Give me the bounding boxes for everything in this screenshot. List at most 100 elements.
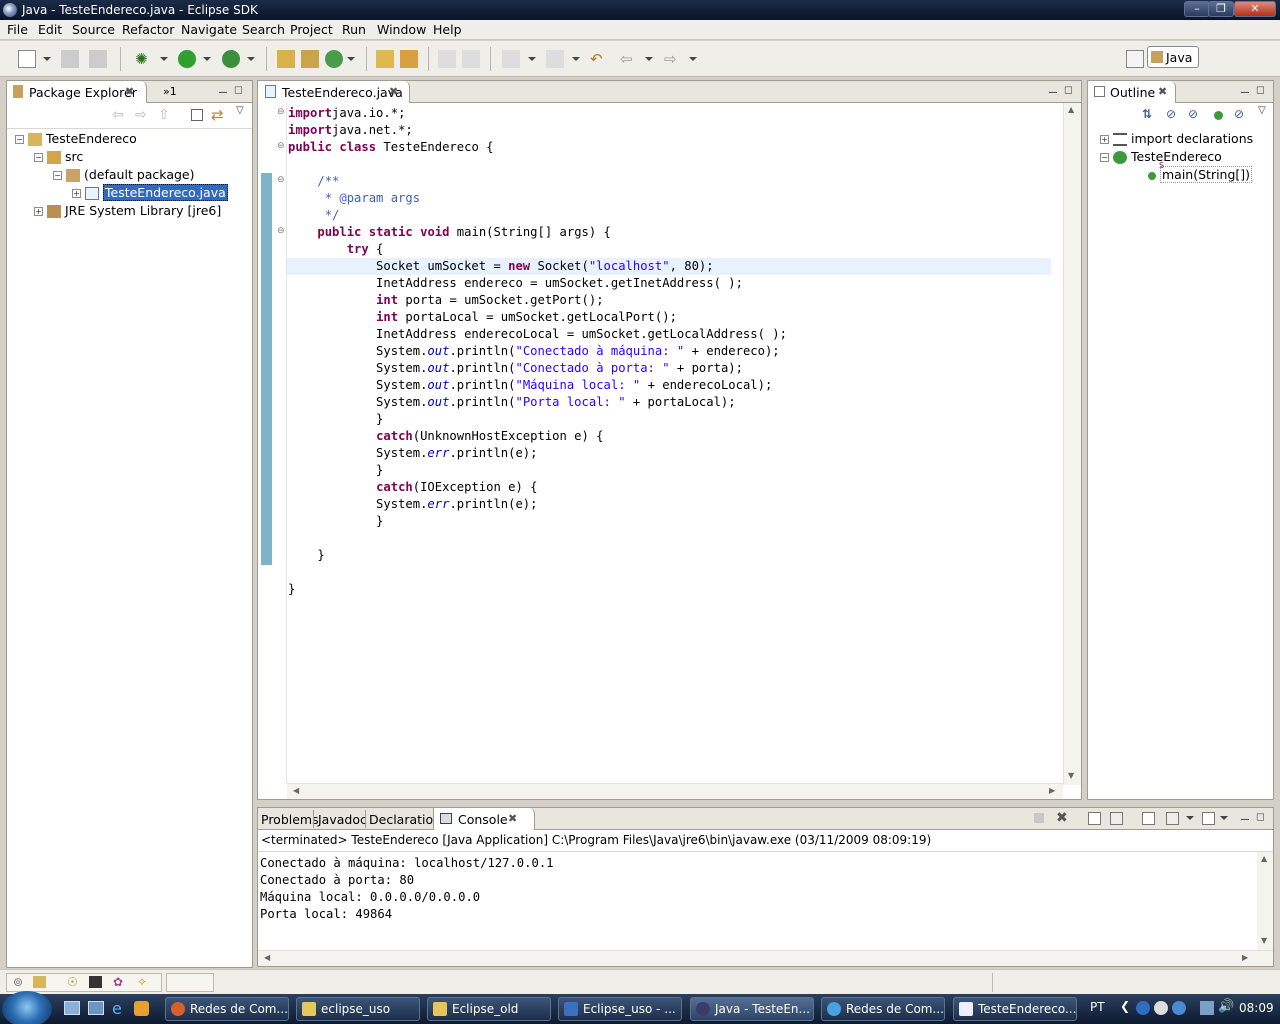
collapse-all-icon[interactable] (191, 109, 203, 121)
hide-fields-icon[interactable]: ⊘ (1166, 107, 1176, 121)
last-edit-icon[interactable]: ↶ (590, 50, 608, 68)
horizontal-scrollbar[interactable]: ◀ ▶ (287, 783, 1063, 799)
tab-declaration[interactable]: Declaration (369, 812, 441, 827)
hide-nonpublic-icon[interactable] (1214, 111, 1223, 120)
collapse-icon[interactable]: − (53, 171, 62, 180)
menu-source[interactable]: Source (72, 22, 115, 37)
scroll-lock-icon[interactable] (1110, 812, 1123, 825)
hide-local-types-icon[interactable]: ⊘ (1234, 107, 1244, 121)
view-menu-icon[interactable]: ▽ (236, 105, 244, 116)
scroll-right-icon[interactable]: ▶ (1242, 953, 1248, 962)
collapse-icon[interactable]: − (15, 135, 24, 144)
switch-windows-icon[interactable] (88, 1001, 104, 1015)
tab-problems[interactable]: Problems (261, 812, 319, 827)
close-tab-icon[interactable]: ✖ (389, 85, 398, 98)
volume-icon[interactable]: 🔊 (1218, 999, 1234, 1014)
tray-help-icon[interactable] (1172, 1001, 1186, 1015)
tray-monitor-icon[interactable] (1200, 1001, 1214, 1015)
up-icon[interactable]: ⇧ (158, 107, 170, 123)
new-java-project-icon[interactable] (277, 50, 295, 68)
sort-icon[interactable]: ⇅ (1142, 107, 1152, 121)
language-indicator[interactable]: PT (1090, 1000, 1105, 1014)
vertical-scrollbar[interactable]: ▲ ▼ (1063, 103, 1081, 785)
tray-app-icon[interactable] (1154, 1001, 1168, 1015)
forward-icon[interactable]: ⇨ (135, 107, 147, 123)
scroll-left-icon[interactable]: ◀ (293, 786, 299, 795)
fast-view-icon[interactable]: ✧ (137, 975, 147, 989)
console-output[interactable]: Conectado à máquina: localhost/127.0.0.1… (260, 855, 554, 923)
menu-help[interactable]: Help (433, 22, 462, 37)
tray-expand-icon[interactable]: ❮ (1120, 999, 1130, 1013)
tab-outline[interactable]: Outline ✖ (1088, 81, 1176, 103)
menu-project[interactable]: Project (290, 22, 333, 37)
display-console-icon[interactable] (1166, 812, 1179, 825)
fast-view-icon[interactable]: ⊚ (13, 975, 23, 989)
scroll-right-icon[interactable]: ▶ (1049, 786, 1055, 795)
new-package-icon[interactable] (301, 50, 319, 68)
menu-refactor[interactable]: Refactor (122, 22, 174, 37)
pin-console-icon[interactable] (1142, 812, 1155, 825)
outline-imports[interactable]: + import declarations (1100, 131, 1253, 146)
fast-view-icon[interactable] (33, 976, 46, 988)
forward-icon[interactable]: ⇨ (664, 50, 682, 68)
back-icon[interactable]: ⇦ (112, 107, 124, 123)
prev-annotation-dropdown-icon[interactable] (572, 57, 580, 61)
prev-annotation-icon[interactable] (546, 50, 564, 68)
close-tab-icon[interactable]: ✖ (508, 812, 517, 825)
tab-editor-file[interactable]: TesteEndereco.java ✖ (258, 81, 410, 103)
close-tab-icon[interactable]: ✖ (1158, 85, 1167, 98)
task-firefox[interactable]: Redes de Com... (165, 997, 289, 1021)
show-desktop-icon[interactable] (64, 1001, 80, 1015)
next-annotation-icon[interactable] (502, 50, 520, 68)
task-eclipse-uso-folder[interactable]: eclipse_uso (296, 997, 420, 1021)
run-icon[interactable] (178, 50, 196, 68)
new-icon[interactable] (18, 50, 36, 68)
minimize-button[interactable]: – (1184, 1, 1210, 17)
open-console-dropdown-icon[interactable] (1220, 816, 1228, 820)
tree-jre-library[interactable]: + JRE System Library [jre6] (34, 203, 221, 218)
search-icon[interactable] (400, 50, 418, 68)
new-dropdown-icon[interactable] (43, 57, 51, 61)
scroll-up-icon[interactable]: ▲ (1068, 105, 1074, 114)
run-dropdown-icon[interactable] (203, 57, 211, 61)
display-console-dropdown-icon[interactable] (1186, 816, 1194, 820)
outline-method[interactable]: Smain(String[]) (1148, 161, 1253, 183)
code-area[interactable]: importjava.io.*; importjava.net.*; public … (258, 103, 1058, 783)
close-button[interactable]: ✕ (1234, 1, 1276, 17)
menu-navigate[interactable]: Navigate (181, 22, 237, 37)
scroll-up-icon[interactable]: ▲ (1261, 854, 1267, 863)
tab-console[interactable]: Console ✖ (433, 808, 535, 830)
new-class-icon[interactable] (325, 50, 343, 68)
menu-window[interactable]: Window (377, 22, 426, 37)
tab-javadoc[interactable]: Javadoc (318, 812, 367, 827)
task-internet-explorer[interactable]: Redes de Com... (821, 997, 945, 1021)
task-eclipse-old-folder[interactable]: Eclipse_old (427, 997, 551, 1021)
fast-view-icon[interactable] (89, 976, 102, 988)
view-min-max-icons[interactable]: ⚊◻ (218, 83, 249, 96)
remove-launch-icon[interactable]: ✖ (1056, 810, 1068, 826)
next-annotation-dropdown-icon[interactable] (528, 57, 536, 61)
view-min-max-icons[interactable]: ⚊◻ (1240, 810, 1271, 823)
view-min-max-icons[interactable]: ⚊◻ (1048, 83, 1079, 96)
expand-icon[interactable]: + (34, 207, 43, 216)
menu-search[interactable]: Search (242, 22, 285, 37)
media-player-icon[interactable] (134, 1001, 149, 1016)
fast-view-icon[interactable]: ✿ (113, 975, 123, 989)
menu-edit[interactable]: Edit (38, 22, 62, 37)
task-word-document[interactable]: Eclipse_uso - ... (558, 997, 682, 1021)
task-eclipse-active[interactable]: Java - TesteEn... (690, 997, 814, 1021)
tree-java-file[interactable]: + TesteEndereco.java (72, 184, 228, 201)
tree-default-package[interactable]: − (default package) (53, 167, 194, 182)
console-horizontal-scrollbar[interactable]: ◀ ▶ (258, 950, 1273, 966)
external-tools-icon[interactable] (222, 50, 240, 68)
debug-dropdown-icon[interactable] (160, 57, 168, 61)
external-tools-dropdown-icon[interactable] (247, 57, 255, 61)
expand-icon[interactable]: + (1100, 135, 1109, 144)
scroll-down-icon[interactable]: ▼ (1068, 771, 1074, 780)
expand-icon[interactable]: + (72, 189, 81, 198)
clear-console-icon[interactable] (1088, 812, 1101, 825)
maximize-button[interactable]: ❐ (1208, 1, 1234, 17)
link-with-editor-icon[interactable]: ⇄ (211, 106, 224, 124)
open-type-icon[interactable] (376, 50, 394, 68)
view-menu-icon[interactable]: ▽ (1258, 105, 1266, 116)
